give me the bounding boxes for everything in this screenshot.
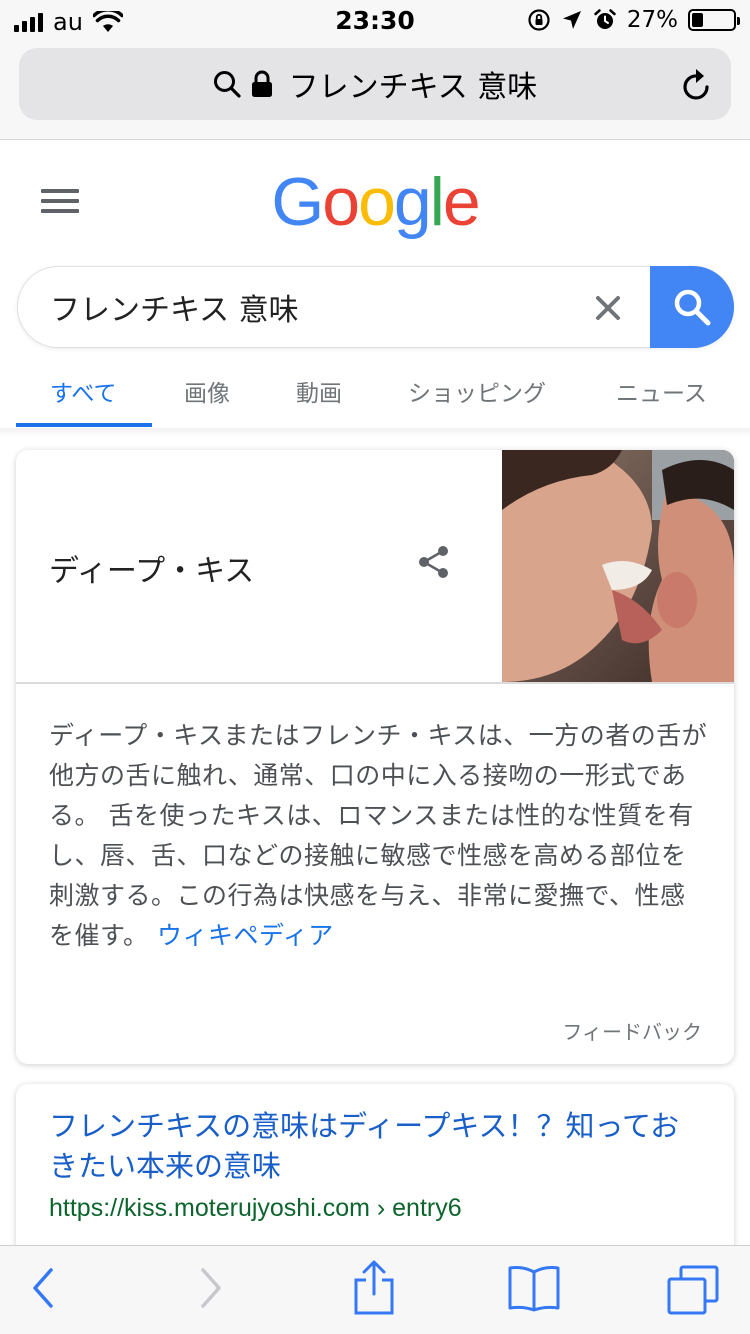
search-input[interactable] bbox=[50, 267, 570, 347]
battery-icon bbox=[688, 9, 740, 31]
tab-images[interactable]: 画像 bbox=[184, 374, 230, 408]
description-text: ディープ・キスまたはフレンチ・キスは、一方の者の舌が他方の舌に触れ、通常、口の中… bbox=[49, 721, 708, 950]
search-icon bbox=[213, 71, 241, 98]
lock-icon bbox=[251, 70, 272, 97]
logo-letter: e bbox=[442, 164, 481, 240]
status-right: 27% bbox=[527, 7, 740, 33]
bookmarks-icon[interactable] bbox=[507, 1264, 561, 1312]
result-title[interactable]: フレンチキスの意味はディープキス！？知っておきたい本来の意味 bbox=[49, 1106, 699, 1186]
search-button[interactable] bbox=[650, 266, 734, 348]
tab-shopping[interactable]: ショッピング bbox=[408, 374, 546, 408]
orientation-lock-icon bbox=[528, 9, 550, 31]
search-box bbox=[17, 266, 734, 348]
address-content: フレンチキス 意味 bbox=[19, 48, 731, 120]
tabs-icon[interactable] bbox=[666, 1264, 720, 1316]
tab-all[interactable]: すべて bbox=[50, 374, 116, 408]
knowledge-panel: ディープ・キス ディープ・キスまたはフレンチ・キスは、一方の者の舌が他方の舌に触… bbox=[16, 450, 734, 1064]
share-icon[interactable] bbox=[416, 544, 452, 580]
browser-toolbar bbox=[0, 1245, 750, 1334]
active-tab-indicator bbox=[16, 423, 152, 427]
logo-letter: G bbox=[271, 164, 324, 240]
logo-letter: g bbox=[393, 164, 432, 240]
knowledge-description: ディープ・キスまたはフレンチ・キスは、一方の者の舌が他方の舌に触れ、通常、口の中… bbox=[49, 716, 709, 956]
knowledge-divider bbox=[16, 682, 734, 684]
search-tabs: すべて 画像 動画 ショッピング ニュース bbox=[0, 360, 750, 428]
feedback-link[interactable]: フィードバック bbox=[562, 1016, 702, 1045]
alarm-icon bbox=[594, 9, 616, 29]
browser-top-bar: フレンチキス 意味 bbox=[0, 40, 750, 140]
photo-placeholder bbox=[502, 450, 734, 682]
wikipedia-link[interactable]: ウィキペディア bbox=[157, 921, 334, 950]
knowledge-image[interactable] bbox=[502, 450, 734, 682]
address-text: フレンチキス 意味 bbox=[288, 70, 538, 105]
result-url[interactable]: https://kiss.moterujyoshi.com › entry6 bbox=[49, 1194, 462, 1223]
back-icon[interactable] bbox=[30, 1264, 56, 1312]
search-icon bbox=[674, 289, 711, 326]
google-header: Google bbox=[0, 141, 750, 261]
logo-letter: l bbox=[429, 164, 445, 240]
google-logo[interactable]: Google bbox=[0, 163, 750, 241]
location-icon bbox=[562, 11, 581, 29]
forward-icon[interactable] bbox=[198, 1264, 224, 1312]
status-bar: au 23:30 27% bbox=[0, 0, 750, 40]
logo-letter: o bbox=[322, 164, 360, 240]
address-bar[interactable]: フレンチキス 意味 bbox=[19, 48, 731, 120]
battery-level bbox=[692, 13, 703, 27]
tab-news[interactable]: ニュース bbox=[616, 374, 707, 408]
knowledge-title: ディープ・キス bbox=[49, 554, 255, 589]
tabs-shadow bbox=[0, 428, 750, 436]
battery-percent: 27% bbox=[626, 7, 678, 33]
clear-icon[interactable] bbox=[591, 291, 625, 325]
reload-icon[interactable] bbox=[681, 68, 713, 102]
logo-letter: o bbox=[358, 164, 396, 240]
share-icon[interactable] bbox=[352, 1260, 396, 1316]
tab-videos[interactable]: 動画 bbox=[296, 374, 342, 408]
